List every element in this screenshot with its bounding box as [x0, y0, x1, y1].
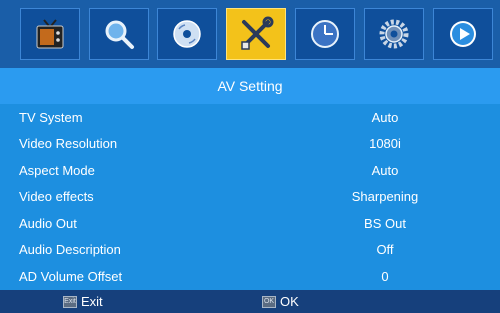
ok-hint[interactable]: OK OK — [262, 294, 299, 309]
setting-value[interactable]: Auto — [320, 110, 500, 125]
clock-icon — [311, 20, 339, 48]
tab-search[interactable] — [89, 8, 149, 60]
setting-row-audio-description[interactable]: Audio Description Off — [0, 237, 500, 264]
av-setting-screen: AV Setting TV System Auto Video Resoluti… — [0, 0, 500, 313]
setting-label: Audio Out — [19, 215, 77, 231]
setting-value[interactable]: Auto — [320, 163, 500, 178]
footer-hint-bar: Exit Exit OK OK — [0, 290, 500, 313]
setting-row-tv-system[interactable]: TV System Auto — [0, 104, 500, 131]
setting-row-audio-out[interactable]: Audio Out BS Out — [0, 210, 500, 237]
setting-value[interactable]: 0 — [320, 269, 500, 284]
tv-icon — [36, 19, 64, 49]
setting-label: AD Volume Offset — [19, 268, 123, 284]
setting-label: TV System — [19, 109, 83, 125]
tab-system-tools[interactable] — [226, 8, 286, 60]
ok-key-icon: OK — [262, 295, 276, 308]
gear-icon — [379, 19, 409, 49]
setting-value[interactable]: 1080i — [320, 136, 500, 151]
setting-value[interactable]: Sharpening — [320, 189, 500, 204]
setting-row-ad-volume-offset[interactable]: AD Volume Offset 0 — [0, 263, 500, 290]
tab-media[interactable] — [157, 8, 217, 60]
setting-label: Aspect Mode — [19, 162, 95, 178]
tab-settings[interactable] — [364, 8, 424, 60]
tab-time[interactable] — [295, 8, 355, 60]
ok-label: OK — [280, 294, 299, 309]
disc-icon — [173, 20, 201, 48]
page-title: AV Setting — [0, 68, 500, 104]
play-icon — [450, 21, 476, 47]
tab-tv[interactable] — [20, 8, 80, 60]
setting-row-aspect-mode[interactable]: Aspect Mode Auto — [0, 157, 500, 184]
setting-label: Audio Description — [19, 242, 121, 258]
setting-label: Video Resolution — [19, 136, 118, 152]
exit-label: Exit — [81, 294, 103, 309]
setting-value[interactable]: BS Out — [320, 216, 500, 231]
search-icon — [105, 20, 134, 49]
setting-label: Video effects — [19, 189, 94, 205]
setting-row-video-effects[interactable]: Video effects Sharpening — [0, 184, 500, 211]
setting-row-video-resolution[interactable]: Video Resolution 1080i — [0, 131, 500, 158]
exit-key-icon: Exit — [63, 295, 77, 308]
tools-icon — [241, 16, 274, 50]
settings-list: TV System Auto Video Resolution 1080i As… — [0, 104, 500, 290]
setting-value[interactable]: Off — [320, 242, 500, 257]
exit-hint[interactable]: Exit Exit — [63, 294, 103, 309]
menu-tab-bar — [0, 0, 500, 68]
tab-media-player[interactable] — [433, 8, 493, 60]
